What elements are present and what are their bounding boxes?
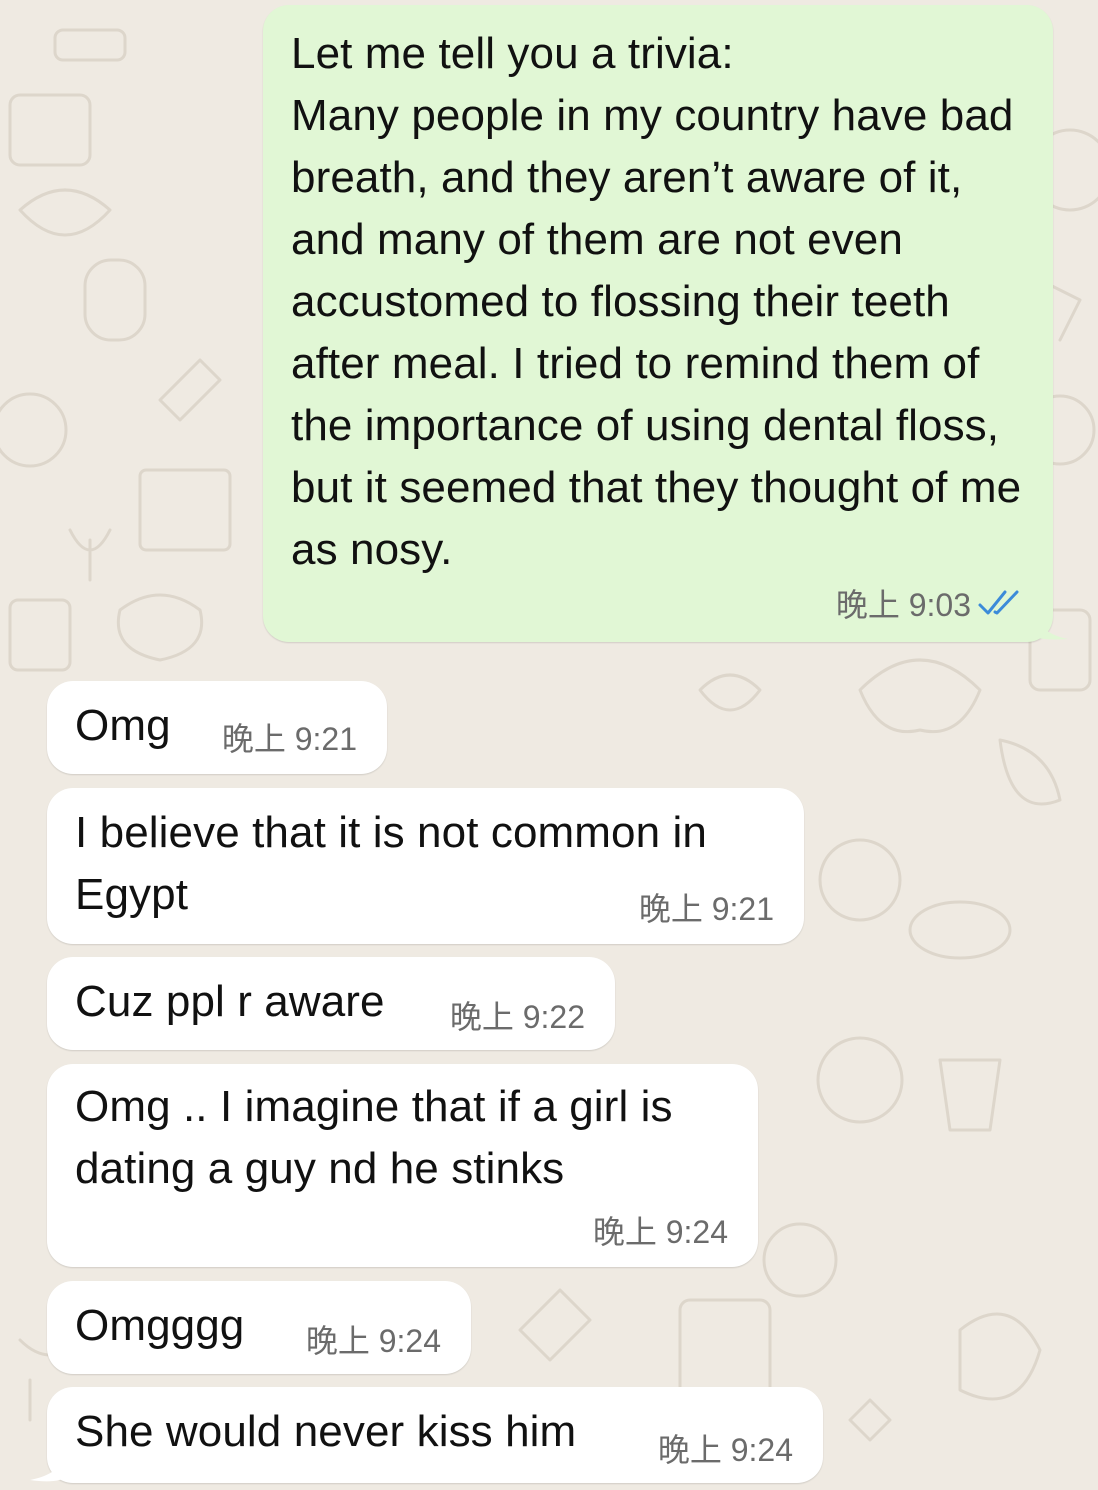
leaf-doodle-icon (698, 673, 762, 712)
incoming-message-bubble[interactable]: Omg .. I imagine that if a girl is datin… (47, 1064, 758, 1267)
message-text: She would never kiss him (75, 1407, 577, 1456)
incoming-message-bubble[interactable]: I believe that it is not common in Egypt… (47, 788, 804, 944)
timestamp-label: 晚上 9:03 (835, 587, 971, 623)
message-text: Omgggg (75, 1301, 245, 1350)
incoming-message-bubble[interactable]: Omg 晚上 9:21 (47, 681, 387, 774)
message-timestamp: 晚上 9:22 (450, 992, 585, 1038)
timestamp-label: 晚上 9:21 (638, 891, 774, 927)
pot-doodle-icon (938, 1058, 1002, 1132)
message-timestamp: 晚上 9:21 (222, 714, 357, 760)
message-timestamp: 晚上 9:03 (836, 580, 1023, 626)
message-text: Omg .. I imagine that if a girl is datin… (75, 1082, 673, 1193)
smiley-doodle-icon (0, 392, 68, 468)
ticket-doodle-icon (53, 28, 127, 62)
message-timestamp: 晚上 9:24 (306, 1316, 441, 1362)
cap-doodle-icon (858, 658, 982, 734)
timestamp-label: 晚上 9:24 (305, 1323, 441, 1359)
mic-doodle-icon (68, 528, 112, 582)
timestamp-label: 晚上 9:21 (221, 721, 357, 757)
football-doodle-icon (908, 900, 1012, 960)
incoming-message-bubble[interactable]: She would never kiss him 晚上 9:24 (47, 1387, 823, 1483)
message-text: Omg (75, 701, 171, 750)
avocado-doodle-icon (958, 1312, 1042, 1401)
incoming-message-bubble[interactable]: Omgggg 晚上 9:24 (47, 1281, 471, 1374)
double-check-read-icon (978, 590, 1019, 615)
message-timestamp: 晚上 9:24 (658, 1425, 793, 1471)
turtle-doodle-icon (818, 838, 902, 922)
person-doodle-icon (762, 1222, 838, 1298)
ball-doodle-icon (816, 1036, 904, 1124)
cat-doodle-icon (116, 593, 204, 662)
message-timestamp: 晚上 9:21 (639, 884, 774, 930)
popsicle-doodle-icon (83, 258, 147, 342)
melon-doodle-icon (18, 188, 112, 237)
outgoing-message-bubble[interactable]: Let me tell you a trivia: Many people in… (263, 5, 1053, 642)
message-text: Cuz ppl r aware (75, 977, 385, 1026)
message-timestamp: 晚上 9:24 (593, 1207, 728, 1253)
sparkle-doodle-icon (848, 1398, 892, 1442)
timestamp-label: 晚上 9:22 (449, 999, 585, 1035)
pen-doodle-icon (158, 358, 222, 422)
incoming-message-bubble[interactable]: Cuz ppl r aware 晚上 9:22 (47, 957, 615, 1050)
lightning-doodle-icon (518, 1288, 592, 1362)
timestamp-label: 晚上 9:24 (592, 1214, 728, 1250)
incoming-bubble-tail (30, 1450, 68, 1482)
moon-doodle-icon (998, 738, 1062, 806)
calculator-doodle-icon (8, 598, 72, 672)
calendar-doodle-icon (8, 93, 92, 167)
grid-doodle-icon (138, 468, 232, 552)
message-text: Let me tell you a trivia: Many people in… (291, 29, 1022, 574)
timestamp-label: 晚上 9:24 (657, 1432, 793, 1468)
outgoing-bubble-tail (1030, 605, 1068, 640)
